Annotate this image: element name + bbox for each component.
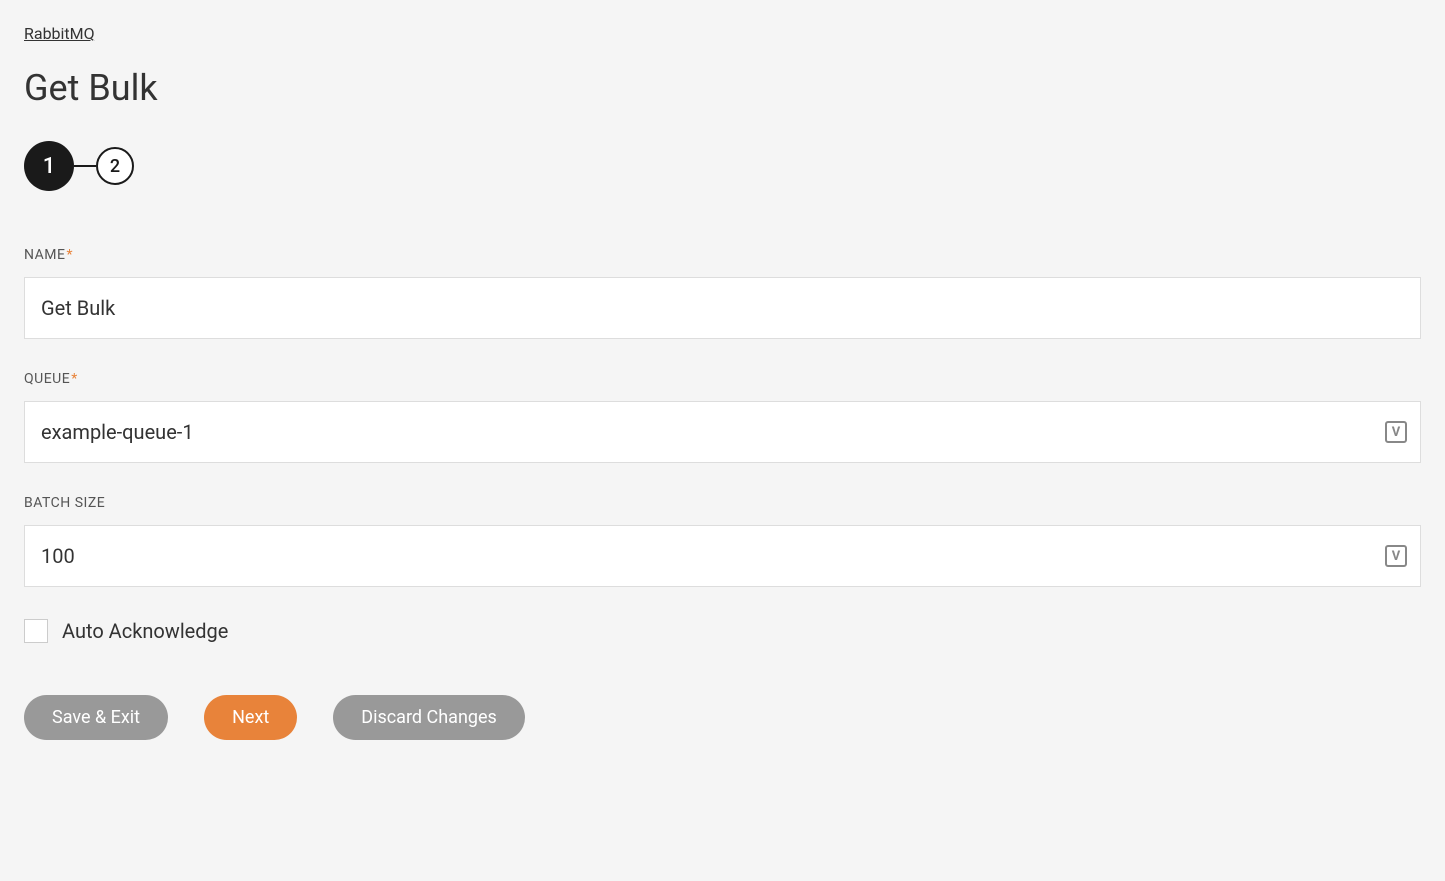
form-group-queue: QUEUE* V: [24, 371, 1421, 463]
breadcrumb-link[interactable]: RabbitMQ: [24, 24, 95, 43]
batch-size-label-text: BATCH SIZE: [24, 495, 105, 511]
queue-label: QUEUE*: [24, 371, 1421, 387]
next-button[interactable]: Next: [204, 695, 297, 740]
form-group-batch-size: BATCH SIZE V: [24, 495, 1421, 587]
step-connector: [74, 165, 96, 167]
name-label: NAME*: [24, 247, 1421, 263]
step-2[interactable]: 2: [96, 147, 134, 185]
batch-size-label: BATCH SIZE: [24, 495, 1421, 511]
save-exit-button[interactable]: Save & Exit: [24, 695, 168, 740]
name-label-text: NAME: [24, 247, 65, 263]
required-asterisk: *: [71, 371, 78, 387]
required-asterisk: *: [66, 247, 73, 263]
queue-input[interactable]: [24, 401, 1421, 463]
discard-button[interactable]: Discard Changes: [333, 695, 525, 740]
variable-icon[interactable]: V: [1385, 545, 1407, 567]
button-row: Save & Exit Next Discard Changes: [24, 695, 1421, 740]
step-1[interactable]: 1: [24, 141, 74, 191]
page-title: Get Bulk: [24, 67, 1421, 109]
auto-ack-checkbox[interactable]: [24, 619, 48, 643]
stepper: 1 2: [24, 141, 1421, 191]
name-input[interactable]: [24, 277, 1421, 339]
auto-ack-label[interactable]: Auto Acknowledge: [62, 619, 228, 643]
queue-label-text: QUEUE: [24, 371, 70, 387]
form-group-name: NAME*: [24, 247, 1421, 339]
batch-size-input[interactable]: [24, 525, 1421, 587]
auto-ack-wrapper: Auto Acknowledge: [24, 619, 1421, 643]
variable-icon[interactable]: V: [1385, 421, 1407, 443]
